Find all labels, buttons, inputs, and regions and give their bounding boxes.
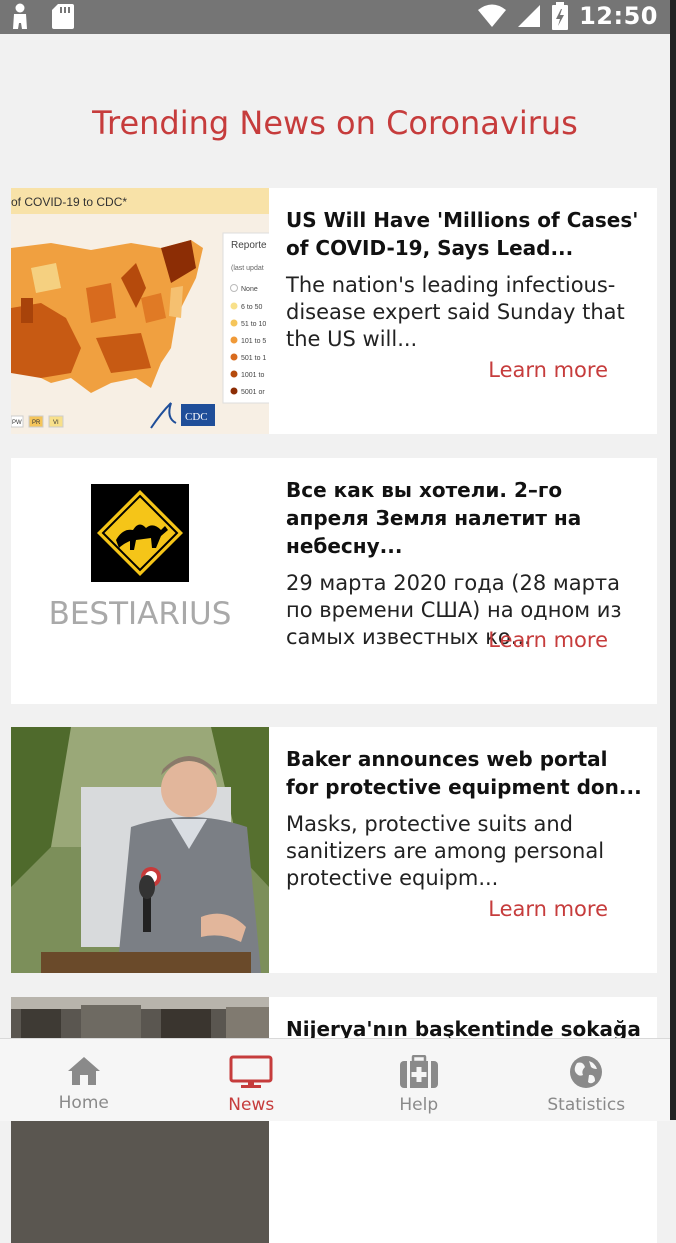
nav-label: Home <box>58 1093 109 1113</box>
article-description: The nation's leading infectious-disease … <box>286 273 625 351</box>
article-image: BESTIARIUS <box>11 458 269 704</box>
nav-label: Help <box>399 1095 439 1115</box>
svg-text:6 to 50: 6 to 50 <box>241 304 263 311</box>
article-text: Все как вы хотели. 2–го апреля Земля нал… <box>286 476 646 651</box>
svg-text:501 to 1: 501 to 1 <box>241 355 266 362</box>
wifi-icon <box>478 4 507 27</box>
nav-news[interactable]: News <box>168 1039 336 1121</box>
svg-text:51 to 10: 51 to 10 <box>241 321 266 328</box>
bottom-navigation: Home News Help Statistics <box>0 1038 670 1121</box>
svg-text:(last updat: (last updat <box>231 265 264 272</box>
svg-text:PW: PW <box>12 420 22 426</box>
svg-text:Reporte: Reporte <box>231 240 267 251</box>
article-image <box>11 727 269 973</box>
nav-help[interactable]: Help <box>335 1039 503 1121</box>
article-title[interactable]: Baker announces web portal for protectiv… <box>286 745 646 801</box>
nav-home[interactable]: Home <box>0 1039 168 1121</box>
nav-label: News <box>228 1095 275 1115</box>
person-icon <box>13 3 27 29</box>
globe-icon <box>570 1056 603 1088</box>
svg-text:5001 or: 5001 or <box>241 389 265 396</box>
learn-more-link[interactable]: Learn more <box>488 897 608 921</box>
map-header-text: of COVID-19 to CDC* <box>11 195 127 209</box>
signal-icon <box>518 5 541 27</box>
monitor-icon <box>229 1055 273 1088</box>
news-card[interactable]: Baker announces web portal for protectiv… <box>11 727 657 973</box>
article-image: of COVID-19 to CDC* Reporte (last updat <box>11 188 269 434</box>
nav-statistics[interactable]: Statistics <box>503 1039 671 1121</box>
learn-more-link[interactable]: Learn more <box>488 628 608 652</box>
article-title[interactable]: Все как вы хотели. 2–го апреля Земля нал… <box>286 476 646 560</box>
learn-more-link[interactable]: Learn more <box>488 358 608 382</box>
battery-icon <box>552 2 569 30</box>
svg-text:None: None <box>241 286 258 293</box>
svg-text:101 to 5: 101 to 5 <box>241 338 266 345</box>
nav-label: Statistics <box>547 1095 626 1115</box>
home-icon <box>67 1057 100 1085</box>
status-right-icons: 12:50 <box>477 2 658 30</box>
news-card[interactable]: BESTIARIUS Все как вы хотели. 2–го апрел… <box>11 458 657 704</box>
article-text: US Will Have 'Millions of Cases' of COVI… <box>286 206 646 353</box>
article-title[interactable]: US Will Have 'Millions of Cases' of COVI… <box>286 206 646 262</box>
page-title: Trending News on Coronavirus <box>92 104 578 142</box>
status-bar: 12:50 <box>0 0 670 34</box>
sd-card-icon <box>52 4 74 29</box>
svg-text:CDC: CDC <box>185 411 208 423</box>
svg-text:1001 to: 1001 to <box>241 372 264 379</box>
svg-text:VI: VI <box>53 420 59 426</box>
clock-time: 12:50 <box>579 2 658 30</box>
medkit-icon <box>399 1055 438 1088</box>
news-card[interactable]: of COVID-19 to CDC* Reporte (last updat <box>11 188 657 434</box>
status-left-icons <box>10 3 74 29</box>
device-frame-edge <box>670 0 676 1120</box>
article-description: Masks, protective suits and sanitizers a… <box>286 812 605 890</box>
bestiarius-logo-text: BESTIARIUS <box>49 596 232 632</box>
article-text: Baker announces web portal for protectiv… <box>286 745 646 892</box>
svg-text:PR: PR <box>32 420 41 426</box>
